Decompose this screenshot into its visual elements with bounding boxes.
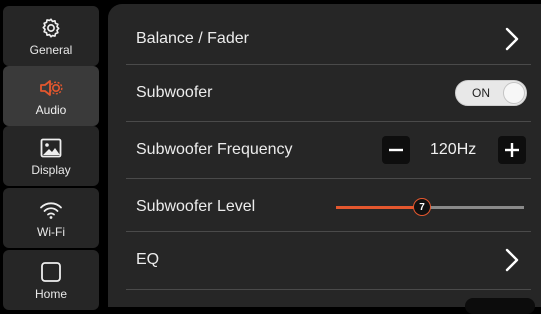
chevron-right-icon[interactable] <box>505 248 519 272</box>
subwoofer-label: Subwoofer <box>136 84 213 101</box>
divider <box>126 289 531 290</box>
subwoofer-level-slider[interactable]: 7 <box>336 179 524 235</box>
sidebar-item-label: Home <box>34 287 67 301</box>
subwoofer-toggle[interactable]: ON <box>455 80 527 106</box>
sidebar-item-label: Audio <box>35 103 67 117</box>
sidebar-item-label: General <box>29 43 73 57</box>
home-square-icon <box>38 259 64 285</box>
subwoofer-frequency-label: Subwoofer Frequency <box>136 141 293 158</box>
chevron-right-icon[interactable] <box>505 27 519 51</box>
gear-icon <box>38 15 64 41</box>
plus-icon <box>505 143 519 157</box>
speaker-icon <box>38 75 64 101</box>
wifi-icon <box>38 197 64 223</box>
audio-settings-panel: Balance / Fader Subwoofer ON Subwoofer F… <box>108 4 541 307</box>
minus-icon <box>389 148 403 152</box>
subwoofer-level-label: Subwoofer Level <box>136 198 256 215</box>
eq-row[interactable]: EQ <box>108 232 541 288</box>
subwoofer-level-row: Subwoofer Level 7 <box>108 179 541 235</box>
balance-fader-row[interactable]: Balance / Fader <box>108 11 541 67</box>
sidebar: General Audio Display Wi-Fi Home <box>0 0 100 310</box>
frequency-decrease-button[interactable] <box>382 136 410 164</box>
sidebar-item-label: Wi-Fi <box>37 225 65 239</box>
toggle-knob <box>503 82 525 104</box>
partial-control <box>465 298 535 314</box>
toggle-state-text: ON <box>472 86 490 100</box>
eq-label: EQ <box>136 251 160 268</box>
slider-knob[interactable]: 7 <box>413 198 431 216</box>
slider-track-empty <box>422 206 524 209</box>
sidebar-item-audio[interactable]: Audio <box>3 66 99 126</box>
sidebar-item-label: Display <box>31 163 71 177</box>
sidebar-item-wifi[interactable]: Wi-Fi <box>3 188 99 248</box>
level-value: 7 <box>419 201 425 213</box>
slider-track-filled <box>336 206 422 209</box>
sidebar-item-display[interactable]: Display <box>3 126 99 186</box>
balance-fader-label: Balance / Fader <box>136 30 249 47</box>
frequency-increase-button[interactable] <box>498 136 526 164</box>
subwoofer-row: Subwoofer ON <box>108 65 541 121</box>
image-icon <box>38 135 64 161</box>
frequency-value: 120Hz <box>430 141 477 158</box>
subwoofer-frequency-row: Subwoofer Frequency 120Hz <box>108 122 541 178</box>
sidebar-item-home[interactable]: Home <box>3 250 99 310</box>
sidebar-item-general[interactable]: General <box>3 6 99 66</box>
